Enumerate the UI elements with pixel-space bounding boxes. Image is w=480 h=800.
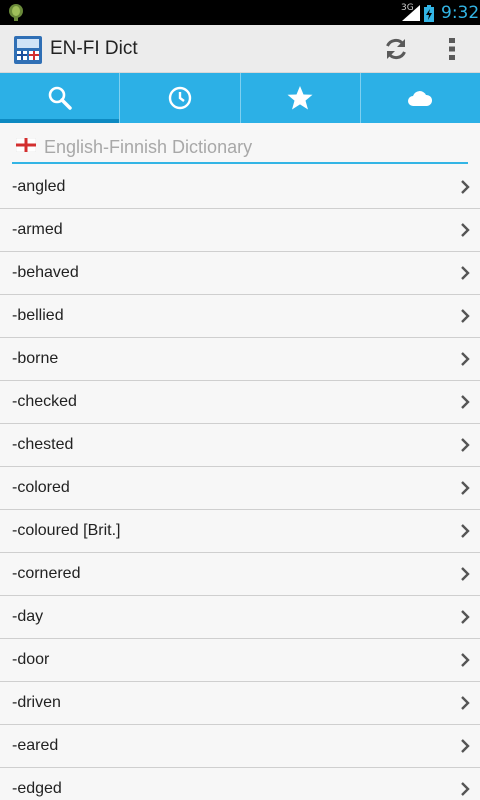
status-time: 9:32 <box>441 3 480 23</box>
cloud-icon <box>408 91 433 106</box>
search-input[interactable] <box>44 132 464 162</box>
list-item[interactable]: -coloured [Brit.] <box>0 510 480 553</box>
chevron-right-icon <box>461 696 470 710</box>
chevron-right-icon <box>461 481 470 495</box>
search-icon <box>48 86 72 110</box>
chevron-right-icon <box>461 524 470 538</box>
refresh-button[interactable] <box>376 29 416 69</box>
word-label: -behaved <box>12 264 79 281</box>
battery-icon <box>424 5 434 22</box>
chevron-right-icon <box>461 653 470 667</box>
chevron-right-icon <box>461 309 470 323</box>
app-title: EN-FI Dict <box>50 38 138 59</box>
chevron-right-icon <box>461 180 470 194</box>
word-label: -coloured [Brit.] <box>12 522 121 539</box>
search-field <box>12 132 468 164</box>
chevron-right-icon <box>461 266 470 280</box>
clock-icon <box>168 86 192 110</box>
list-item[interactable]: -borne <box>0 338 480 381</box>
word-label: -borne <box>12 350 59 367</box>
tab-history[interactable] <box>120 73 241 123</box>
list-item[interactable]: -driven <box>0 682 480 725</box>
word-label: -bellied <box>12 307 64 324</box>
tab-cloud[interactable] <box>361 73 480 123</box>
tab-search[interactable] <box>0 73 121 123</box>
word-label: -cornered <box>12 565 81 582</box>
chevron-right-icon <box>461 782 470 796</box>
refresh-icon <box>386 39 406 59</box>
chevron-right-icon <box>461 739 470 753</box>
word-label: -chested <box>12 436 74 453</box>
status-bar: 3G 9:32 <box>0 0 480 25</box>
list-item[interactable]: -edged <box>0 768 480 800</box>
list-item[interactable]: -behaved <box>0 252 480 295</box>
action-bar: EN-FI Dict <box>0 25 480 73</box>
word-list: -angled -armed -behaved -bellied -borne … <box>0 166 480 800</box>
list-item[interactable]: -angled <box>0 166 480 209</box>
list-item[interactable]: -checked <box>0 381 480 424</box>
word-label: -day <box>12 608 44 625</box>
english-flag-icon <box>16 138 36 152</box>
list-item[interactable]: -armed <box>0 209 480 252</box>
list-item[interactable]: -bellied <box>0 295 480 338</box>
word-label: -checked <box>12 393 77 410</box>
signal-icon <box>402 5 420 21</box>
word-label: -door <box>12 651 50 668</box>
tab-favorites[interactable] <box>241 73 361 123</box>
chevron-right-icon <box>461 223 470 237</box>
chevron-right-icon <box>461 438 470 452</box>
word-label: -driven <box>12 694 61 711</box>
list-item[interactable]: -door <box>0 639 480 682</box>
word-label: -armed <box>12 221 63 238</box>
list-item[interactable]: -day <box>0 596 480 639</box>
chevron-right-icon <box>461 352 470 366</box>
list-item[interactable]: -cornered <box>0 553 480 596</box>
tab-bar <box>0 73 480 123</box>
list-item[interactable]: -chested <box>0 424 480 467</box>
word-label: -edged <box>12 780 62 797</box>
word-label: -angled <box>12 178 66 195</box>
chevron-right-icon <box>461 395 470 409</box>
word-label: -eared <box>12 737 59 754</box>
android-notification-icon <box>9 4 23 21</box>
star-icon <box>287 86 313 110</box>
chevron-right-icon <box>461 610 470 624</box>
word-label: -colored <box>12 479 70 496</box>
overflow-menu-button[interactable] <box>432 29 472 69</box>
list-item[interactable]: -colored <box>0 467 480 510</box>
app-logo-icon <box>14 36 42 64</box>
list-item[interactable]: -eared <box>0 725 480 768</box>
chevron-right-icon <box>461 567 470 581</box>
overflow-menu-icon <box>449 38 455 60</box>
